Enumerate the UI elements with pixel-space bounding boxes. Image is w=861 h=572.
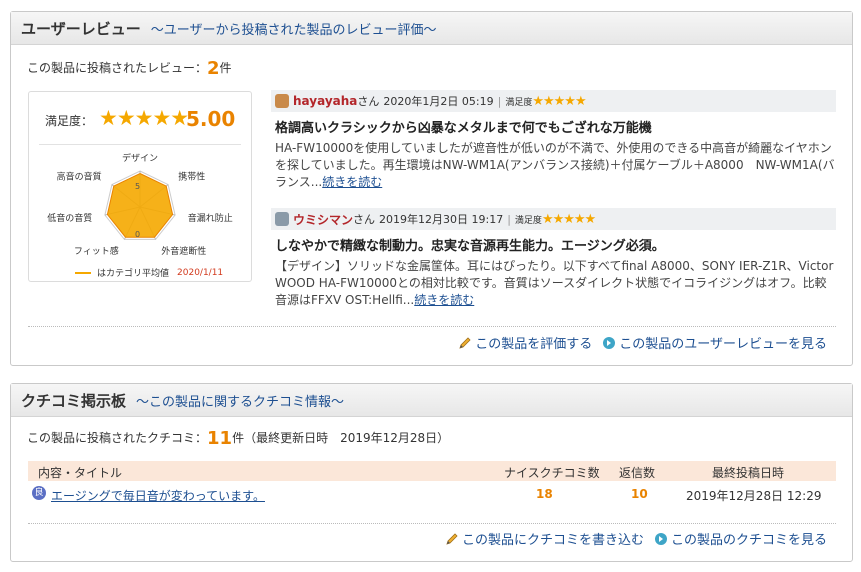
rate-product-label: この製品を評価する xyxy=(475,337,593,352)
review-item: hayayaha さん 2020年1月2日 05:19 | 満足度 ★★★★★ … xyxy=(271,90,836,191)
review-count-suffix: 件 xyxy=(219,61,232,75)
radar-legend: はカテゴリ平均値 2020/1/11 xyxy=(75,266,223,279)
arrow-circle-icon xyxy=(603,336,616,349)
review-count: この製品に投稿されたレビュー：2件 xyxy=(27,58,232,79)
kuchikomi-title-link[interactable]: エージングで毎日音が変わっています。 xyxy=(51,487,265,504)
table-row: 良 エージングで毎日音が変わっています。 18 10 2019年12月28日 1… xyxy=(28,484,836,504)
legend-label: はカテゴリ平均値 xyxy=(97,269,170,279)
radar-axis-label: フィット感 xyxy=(74,245,119,257)
radar-axis-label: デザイン xyxy=(122,152,158,164)
col-title: 内容・タイトル xyxy=(38,466,123,480)
kuchikomi-panel: クチコミ掲示板 〜この製品に関するクチコミ情報〜 この製品に投稿されたクチコミ：… xyxy=(10,383,853,562)
satisfaction-score: 5.00 xyxy=(186,107,236,131)
review-meta-bar: hayayaha さん 2020年1月2日 05:19 | 満足度 ★★★★★ xyxy=(271,90,836,112)
review-panel: ユーザーレビュー 〜ユーザーから投稿された製品のレビュー評価〜 この製品に投稿さ… xyxy=(10,11,853,366)
legend-swatch xyxy=(75,271,91,274)
review-rating-stars: ★★★★★ xyxy=(532,93,586,109)
review-item: ウミシマン さん 2019年12月30日 19:17 | 満足度 ★★★★★ し… xyxy=(271,208,836,309)
read-more-link[interactable]: 続きを読む xyxy=(322,175,382,189)
review-count-number: 2 xyxy=(207,58,220,79)
review-title[interactable]: しなやかで精緻な制動力。忠実な音源再生能力。エージング必須。 xyxy=(275,235,836,254)
kuchikomi-panel-header: クチコミ掲示板 〜この製品に関するクチコミ情報〜 xyxy=(11,384,852,417)
kuchikomi-count-suffix: 件（最終更新日時 2019年12月28日） xyxy=(232,431,450,445)
kuchikomi-table-header: 内容・タイトル ナイスクチコミ数 返信数 最終投稿日時 xyxy=(28,461,836,481)
read-more-link[interactable]: 続きを読む xyxy=(414,293,474,307)
review-meta-bar: ウミシマン さん 2019年12月30日 19:17 | 満足度 ★★★★★ xyxy=(271,208,836,230)
legend-date: 2020/1/11 xyxy=(177,267,224,278)
review-date: 2019年12月30日 19:17 xyxy=(379,213,504,226)
review-panel-subtitle: 〜ユーザーから投稿された製品のレビュー評価〜 xyxy=(150,22,437,38)
write-kuchikomi-link[interactable]: この製品にクチコミを書き込む xyxy=(445,529,644,548)
pencil-icon xyxy=(446,532,458,545)
review-rating-label: 満足度 xyxy=(514,215,542,226)
review-rating-stars: ★★★★★ xyxy=(541,211,596,227)
view-kuchikomi-link[interactable]: この製品のクチコミを見る xyxy=(654,529,827,548)
view-kuchikomi-label: この製品のクチコミを見る xyxy=(670,533,827,548)
radar-axis-label: 低音の音質 xyxy=(47,212,92,224)
avatar[interactable] xyxy=(275,212,289,226)
kuchikomi-panel-subtitle: 〜この製品に関するクチコミ情報〜 xyxy=(136,394,345,410)
kuchikomi-footer-divider xyxy=(28,523,836,524)
review-body: 【デザイン】ソリッドな金属筐体。耳にはぴったり。以下すべてfinal A8000… xyxy=(275,258,836,309)
pencil-icon xyxy=(459,336,471,349)
view-reviews-link[interactable]: この製品のユーザーレビューを見る xyxy=(602,333,827,352)
write-kuchikomi-label: この製品にクチコミを書き込む xyxy=(461,533,644,548)
review-user-link[interactable]: hayayaha xyxy=(293,94,357,108)
radar-axis-label: 外音遮断性 xyxy=(161,245,206,257)
radar-scale-max: 5 xyxy=(135,182,140,191)
kuchikomi-count-number: 11 xyxy=(207,428,233,449)
review-body: HA-FW10000を使用していましたが遮音性が低いのが不満で、外使用のできる中… xyxy=(275,140,836,191)
kuchikomi-reply-count: 10 xyxy=(631,487,648,501)
review-divider: | xyxy=(507,212,511,226)
review-rating-label: 満足度 xyxy=(505,97,533,108)
review-count-prefix: この製品に投稿されたレビュー： xyxy=(27,61,208,75)
kuchikomi-count: この製品に投稿されたクチコミ：11件（最終更新日時 2019年12月28日） xyxy=(27,428,449,449)
kuchikomi-nice-count: 18 xyxy=(536,487,553,501)
col-replies: 返信数 xyxy=(619,466,656,480)
review-summary-box: 満足度： ★★★★★ 5.00 5 0 デザイン携帯性音漏れ防止外音遮断性 フィッ… xyxy=(28,91,252,282)
satisfaction-stars: ★★★★★ xyxy=(99,106,189,130)
avatar[interactable] xyxy=(275,94,289,108)
radar-scale-min: 0 xyxy=(135,230,140,239)
review-honorific: さん xyxy=(357,95,380,108)
radar-axis-label: 高音の音質 xyxy=(57,170,102,182)
review-actions: この製品を評価する この製品のユーザーレビューを見る xyxy=(458,333,827,352)
review-panel-title: ユーザーレビュー xyxy=(21,19,141,38)
view-reviews-label: この製品のユーザーレビューを見る xyxy=(619,337,827,352)
review-honorific: さん xyxy=(353,213,376,226)
radar-axis-label: 音漏れ防止 xyxy=(188,212,233,224)
review-divider: | xyxy=(497,94,502,108)
satisfaction-label: 満足度： xyxy=(45,114,94,128)
review-panel-header: ユーザーレビュー 〜ユーザーから投稿された製品のレビュー評価〜 xyxy=(11,12,852,45)
summary-divider xyxy=(39,144,241,145)
rate-product-link[interactable]: この製品を評価する xyxy=(458,333,592,352)
radar-axis-label: 携帯性 xyxy=(178,170,205,182)
review-user-link[interactable]: ウミシマン xyxy=(293,211,353,228)
kuchikomi-count-prefix: この製品に投稿されたクチコミ： xyxy=(27,431,208,445)
review-date: 2020年1月2日 05:19 xyxy=(383,95,494,108)
kuchikomi-actions: この製品にクチコミを書き込む この製品のクチコミを見る xyxy=(445,529,827,548)
kuchikomi-last-post: 2019年12月28日 12:29 xyxy=(686,489,822,503)
review-excerpt: 【デザイン】ソリッドな金属筐体。耳にはぴったり。以下すべてfinal A8000… xyxy=(275,259,834,307)
arrow-circle-icon xyxy=(654,532,667,545)
col-nice: ナイスクチコミ数 xyxy=(504,466,600,480)
review-footer-divider xyxy=(28,326,836,327)
radar-chart: 5 0 デザイン携帯性音漏れ防止外音遮断性 フィット感 低音の音質 高音の音質 xyxy=(47,152,233,257)
good-badge-icon: 良 xyxy=(32,486,46,500)
review-title[interactable]: 格調高いクラシックから凶暴なメタルまで何でもござれな万能機 xyxy=(275,117,836,136)
col-last-post: 最終投稿日時 xyxy=(712,466,785,480)
kuchikomi-panel-title: クチコミ掲示板 xyxy=(21,391,127,410)
